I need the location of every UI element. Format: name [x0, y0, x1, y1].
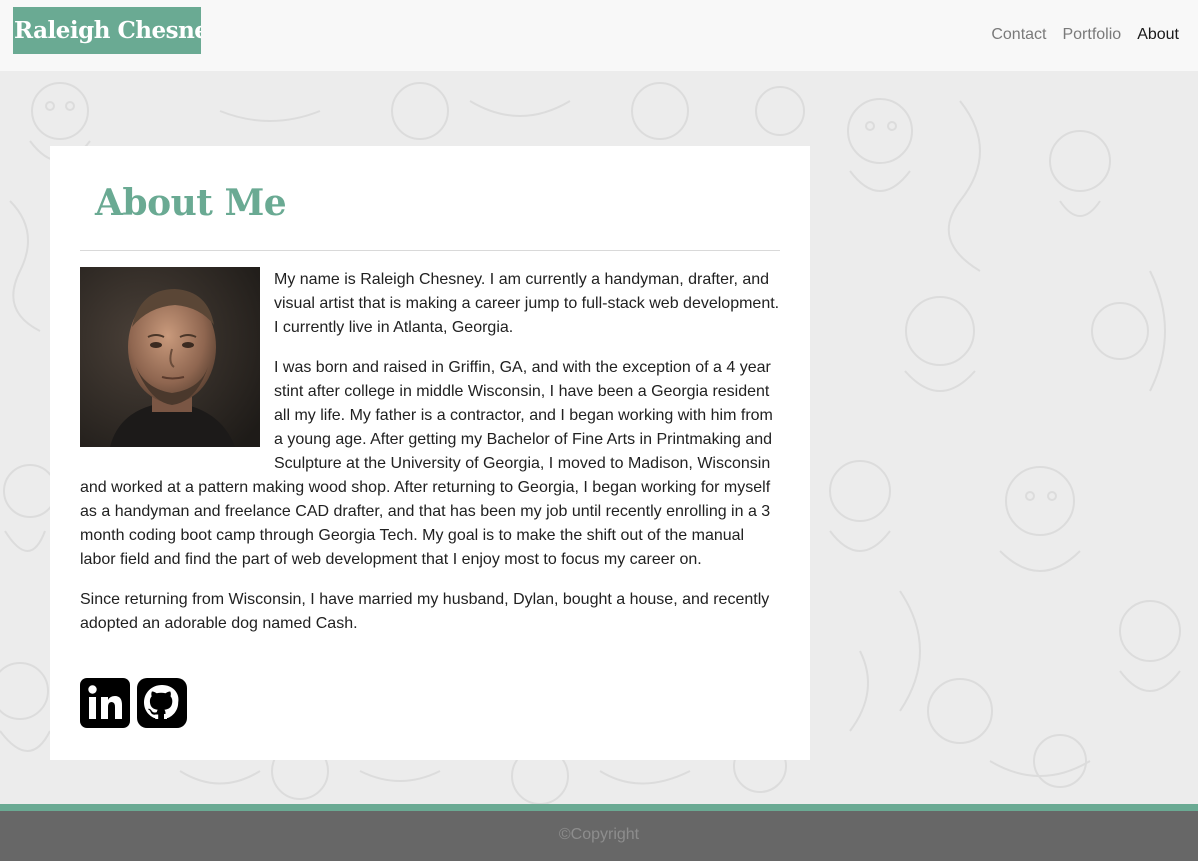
social-links — [80, 678, 187, 728]
page-title: About Me — [95, 182, 287, 224]
profile-photo — [80, 267, 260, 447]
title-divider — [80, 250, 780, 251]
about-content: My name is Raleigh Chesney. I am current… — [80, 267, 780, 652]
about-paragraph-3: Since returning from Wisconsin, I have m… — [80, 591, 770, 632]
nav-link-contact[interactable]: Contact — [991, 24, 1046, 46]
github-icon[interactable] — [137, 678, 187, 728]
linkedin-icon[interactable] — [80, 678, 130, 728]
about-card: About Me My name is Raleigh Chesney. I a… — [50, 146, 810, 760]
nav-links: Contact Portfolio About — [991, 24, 1179, 46]
copyright-text: ©Copyright — [558, 826, 640, 843]
footer-accent-bar — [0, 804, 1198, 811]
brand-logo[interactable]: Raleigh Chesney — [13, 7, 201, 54]
footer: ©Copyright — [0, 811, 1198, 861]
nav-link-about[interactable]: About — [1137, 24, 1179, 46]
navbar: Raleigh Chesney Contact Portfolio About — [0, 0, 1198, 71]
nav-link-portfolio[interactable]: Portfolio — [1062, 24, 1121, 46]
